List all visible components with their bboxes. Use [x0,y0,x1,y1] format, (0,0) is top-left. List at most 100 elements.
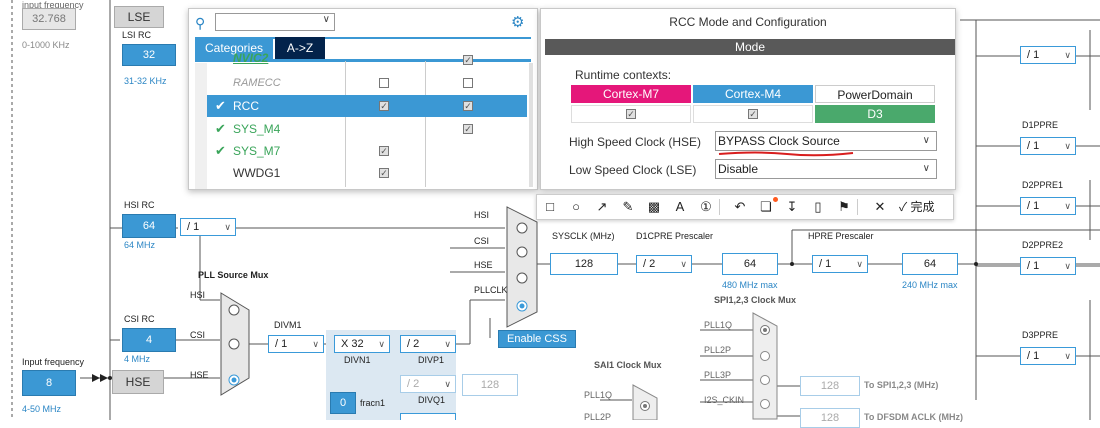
spi-mux-input-pll3p: PLL3P [704,370,732,380]
csi-range: 4 MHz [124,354,151,364]
lsi-value-box: 32 [122,44,176,66]
checkbox-m7[interactable]: ✓ [379,101,389,111]
phone-icon[interactable]: ▯ [809,198,827,216]
d1ppre-select[interactable]: / 1 ∨ [1020,137,1076,155]
system-clock-mux[interactable] [506,206,538,328]
panel-title: RCC Mode and Configuration [669,15,827,29]
close-icon[interactable]: ✕ [871,198,889,216]
gear-icon[interactable]: ⚙ [511,13,524,31]
checkbox-m4[interactable]: ✓ [463,101,473,111]
fracn1-value-box[interactable]: 0 [330,392,356,414]
divn1-select[interactable]: X 32 ∨ [334,335,390,353]
chevron-down-icon: ∨ [444,379,451,389]
hse-input-range: 4-50 MHz [22,404,62,414]
crop-icon[interactable]: ❏ [757,198,775,216]
hse-mode-value: BYPASS Clock Source [718,134,840,148]
hse-input-frequency-field[interactable]: 8 [22,370,76,396]
d2ppre2-value: / 1 [1027,260,1040,272]
rectangle-icon[interactable]: □ [541,198,559,216]
divq1-select[interactable]: / 2 ∨ [400,375,456,393]
pen-icon[interactable]: ✎ [619,198,637,216]
hsi-divider-select[interactable]: / 1 ∨ [180,218,236,236]
list-item-nvic2[interactable]: NVIC2 ✓ [207,53,519,71]
sai1-clock-mux[interactable] [632,384,658,420]
text-icon[interactable]: A [671,198,689,216]
d3ppre-select[interactable]: / 1 ∨ [1020,347,1076,365]
notification-dot [773,197,778,202]
number-marker-icon[interactable]: ① [697,198,715,216]
divr1-select-partial[interactable] [400,413,456,420]
divn1-value: X 32 [341,338,364,350]
top-divider-select[interactable]: / 1 ∨ [1020,46,1076,64]
d1cpre-select[interactable]: / 2 ∨ [636,255,692,273]
hpre-select[interactable]: / 1 ∨ [812,255,868,273]
d2ppre1-value: / 1 [1027,200,1040,212]
list-item-ramecc[interactable]: RAMECC [207,73,519,93]
chevron-down-icon: ∨ [378,339,385,349]
checkbox-m4[interactable] [463,78,473,88]
list-item-wwdg1[interactable]: WWDG1 ✓ [207,162,519,184]
list-item-sys-m7[interactable]: ✔ SYS_M7 ✓ [207,140,519,162]
list-item-label: SYS_M7 [233,144,281,158]
check-icon: ✔ [215,98,226,113]
chevron-down-icon: ∨ [922,135,930,146]
lse-input-frequency-field[interactable]: 32.768 [22,8,76,30]
ellipse-icon[interactable]: ○ [567,198,585,216]
list-item-sys-m4[interactable]: ✔ SYS_M4 ✓ [207,118,519,140]
chevron-down-icon: ∨ [1064,351,1071,361]
list-item-label: RCC [233,99,259,113]
list-item-label: SYS_M4 [233,122,281,136]
checkbox-m7[interactable]: ✓ [379,146,389,156]
search-input[interactable]: ∨ [215,13,335,31]
rcc-config-panel: RCC Mode and Configuration Mode Runtime … [540,8,956,190]
download-icon[interactable]: ↧ [783,198,801,216]
toolbar-divider [719,199,720,215]
list-item-rcc[interactable]: ✔ RCC ✓ ✓ [207,95,527,117]
red-underline-annotation [718,151,854,157]
cpu-clock-max: 480 MHz max [722,280,778,290]
checkbox-m4[interactable]: ✓ [463,124,473,134]
screenshot-toolbar: □ ○ ↗ ✎ ▩ A ① ↶ ❏ ↧ ▯ ⚑ ✕ ✓ 完成 [536,194,954,220]
mosaic-icon[interactable]: ▩ [645,198,663,216]
check-icon: ✔ [215,143,226,158]
checkbox-m7[interactable] [379,78,389,88]
checkbox-m7[interactable]: ✓ [379,168,389,178]
done-button[interactable]: ✓ 完成 [899,198,949,216]
chevron-down-icon: ∨ [1064,261,1071,271]
d2ppre2-select[interactable]: / 1 ∨ [1020,257,1076,275]
lse-mode-select[interactable]: Disable ∨ [715,159,937,179]
divq1-output-value: 128 [462,374,518,396]
d3ppre-label: D3PPRE [1022,330,1059,340]
divq1-value: / 2 [407,378,420,390]
spi-mux-input-pll1q: PLL1Q [704,320,733,330]
divm1-value: / 1 [275,338,288,350]
lse-input-range: 0-1000 KHz [22,40,70,50]
spi-mux-input-i2s-ckin: I2S_CKIN [704,395,745,405]
done-label: 完成 [910,200,935,214]
spi-mux-input-pll2p: PLL2P [704,345,732,355]
checkbox-m4[interactable]: ✓ [463,55,473,65]
context-cortex-m4: Cortex-M4 [693,85,813,103]
arrow-icon[interactable]: ↗ [593,198,611,216]
csi-rc-label: CSI RC [124,314,155,324]
pll-mux-input-hse: HSE [190,370,209,380]
hsi-divider-value: / 1 [187,221,200,233]
spi-output-label: To SPI1,2,3 (MHz) [864,380,939,390]
divp1-select[interactable]: / 2 ∨ [400,335,456,353]
d3ppre-value: / 1 [1027,350,1040,362]
undo-icon[interactable]: ↶ [731,198,749,216]
sysclk-mux-input-hsi: HSI [474,210,490,220]
sysclk-mux-input-csi: CSI [474,236,490,246]
list-scrollbar[interactable] [529,63,533,187]
hse-mode-select[interactable]: BYPASS Clock Source ∨ [715,131,937,151]
pll-source-mux[interactable] [220,292,250,396]
checkbox-m4[interactable]: ✓ [748,109,758,119]
enable-css-button[interactable]: Enable CSS [498,330,576,348]
bookmark-icon[interactable]: ⚑ [835,198,853,216]
csi-value-box: 4 [122,328,176,352]
spi-clock-mux[interactable] [752,312,778,420]
divm1-select[interactable]: / 1 ∨ [268,335,324,353]
d2ppre1-select[interactable]: / 1 ∨ [1020,197,1076,215]
checkbox-m7[interactable]: ✓ [626,109,636,119]
check-icon: ✔ [215,121,226,136]
